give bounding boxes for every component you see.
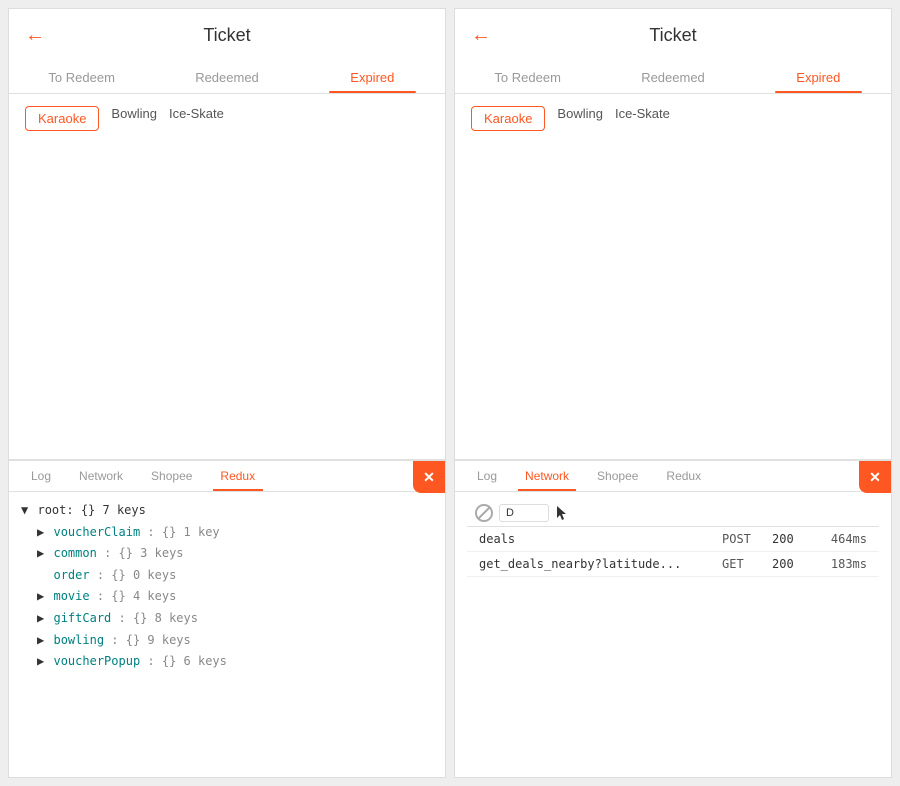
left-ticket-tabs: To Redeem Redeemed Expired [9,62,445,94]
left-dev-tab-network[interactable]: Network [65,461,137,491]
tree-value: : {} 0 keys [97,568,176,582]
tree-root-expand: ▼ [21,503,28,517]
left-dev-content: ▼ root: {} 7 keys ▶ voucherClaim : {} 1 … [9,492,445,777]
tree-expand-icon: ▶ [37,589,44,603]
tree-item-common[interactable]: ▶ common : {} 3 keys [37,543,433,565]
tree-key: common [53,546,96,560]
right-dev-tab-redux[interactable]: Redux [652,461,715,491]
left-cat-karaoke[interactable]: Karaoke [25,106,99,131]
network-row-status: 200 [772,532,812,546]
left-cat-ice-skate[interactable]: Ice-Skate [169,106,224,131]
tree-value: : {} 3 keys [104,546,183,560]
left-dev-tabs: Log Network Shopee Redux [9,461,445,492]
right-ticket-header: ← Ticket [455,25,891,54]
tree-item-voucherclaim[interactable]: ▶ voucherClaim : {} 1 key [37,522,433,544]
right-dev-tab-log[interactable]: Log [463,461,511,491]
tree-expand-icon: ▶ [37,525,44,539]
right-back-button[interactable]: ← [471,24,491,47]
tree-item-order[interactable]: ▶ order : {} 0 keys [37,565,433,587]
tree-key: movie [53,589,89,603]
network-row-time: 464ms [812,532,867,546]
right-dev-tabs: Log Network Shopee Redux [455,461,891,492]
right-dev-content: deals POST 200 464ms get_deals_nearby?la… [455,492,891,777]
left-cat-bowling[interactable]: Bowling [111,106,157,131]
right-tab-expired[interactable]: Expired [746,62,891,93]
left-tab-expired[interactable]: Expired [300,62,445,93]
network-row-name: deals [479,532,722,546]
right-cat-karaoke[interactable]: Karaoke [471,106,545,131]
right-ticket-tabs: To Redeem Redeemed Expired [455,62,891,94]
network-row-name: get_deals_nearby?latitude... [479,557,722,571]
tree-value: : {} 1 key [147,525,219,539]
right-close-icon: ✕ [869,469,881,486]
tree-key: giftCard [53,611,111,625]
right-ticket-categories: Karaoke Bowling Ice-Skate [455,94,891,143]
right-dev-panel: ✕ Log Network Shopee Redux [455,459,891,777]
left-tab-redeemed[interactable]: Redeemed [154,62,299,93]
main-container: ← Ticket To Redeem Redeemed Expired Kara… [0,0,900,786]
left-ticket-area: ← Ticket To Redeem Redeemed Expired Kara… [9,9,445,143]
tree-item-movie[interactable]: ▶ movie : {} 4 keys [37,586,433,608]
network-row-method: GET [722,557,772,571]
tree-children: ▶ voucherClaim : {} 1 key ▶ common : {} … [21,522,433,673]
right-cat-bowling[interactable]: Bowling [557,106,603,131]
left-panel: ← Ticket To Redeem Redeemed Expired Kara… [8,8,446,778]
tree-expand-icon: ▶ [37,611,44,625]
tree-key: voucherPopup [53,654,140,668]
tree-key: bowling [53,633,104,647]
tree-value: : {} 9 keys [111,633,190,647]
tree-value: : {} 8 keys [119,611,198,625]
tree-key: order [53,568,89,582]
tree-item-bowling[interactable]: ▶ bowling : {} 9 keys [37,630,433,652]
right-ticket-area: ← Ticket To Redeem Redeemed Expired Kara… [455,9,891,143]
left-ticket-header: ← Ticket [9,25,445,54]
network-toolbar [467,500,879,527]
left-tab-to-redeem[interactable]: To Redeem [9,62,154,93]
left-dev-panel: ✕ Log Network Shopee Redux ▼ root: {} 7 … [9,459,445,777]
network-row-deals[interactable]: deals POST 200 464ms [467,527,879,552]
left-dev-tab-redux[interactable]: Redux [206,461,269,491]
left-close-badge[interactable]: ✕ [413,461,445,493]
network-row-method: POST [722,532,772,546]
block-icon[interactable] [475,504,493,522]
left-back-button[interactable]: ← [25,24,45,47]
tree-expand-icon: ▶ [37,633,44,647]
right-ticket-title: Ticket [649,25,696,46]
tree-root[interactable]: ▼ root: {} 7 keys [21,500,433,522]
network-filter-input[interactable] [499,504,549,522]
left-dev-tab-shopee[interactable]: Shopee [137,461,206,491]
right-tab-redeemed[interactable]: Redeemed [600,62,745,93]
left-dev-tab-log[interactable]: Log [17,461,65,491]
network-row-status: 200 [772,557,812,571]
right-cat-ice-skate[interactable]: Ice-Skate [615,106,670,131]
right-spacer [455,143,891,459]
left-ticket-categories: Karaoke Bowling Ice-Skate [9,94,445,143]
tree-root-label: root: {} 7 keys [37,503,145,517]
tree-expand-icon: ▶ [37,654,44,668]
right-close-badge[interactable]: ✕ [859,461,891,493]
network-row-get-deals[interactable]: get_deals_nearby?latitude... GET 200 183… [467,552,879,577]
cursor-icon [555,504,567,522]
right-dev-tab-shopee[interactable]: Shopee [583,461,652,491]
left-spacer [9,143,445,459]
right-tab-to-redeem[interactable]: To Redeem [455,62,600,93]
tree-value: : {} 6 keys [147,654,226,668]
tree-value: : {} 4 keys [97,589,176,603]
tree-item-voucherpopup[interactable]: ▶ voucherPopup : {} 6 keys [37,651,433,673]
network-row-time: 183ms [812,557,867,571]
right-dev-tab-network[interactable]: Network [511,461,583,491]
right-panel: ← Ticket To Redeem Redeemed Expired Kara… [454,8,892,778]
tree-expand-icon: ▶ [37,546,44,560]
left-close-icon: ✕ [423,469,435,486]
tree-item-giftcard[interactable]: ▶ giftCard : {} 8 keys [37,608,433,630]
tree-key: voucherClaim [53,525,140,539]
left-ticket-title: Ticket [203,25,250,46]
